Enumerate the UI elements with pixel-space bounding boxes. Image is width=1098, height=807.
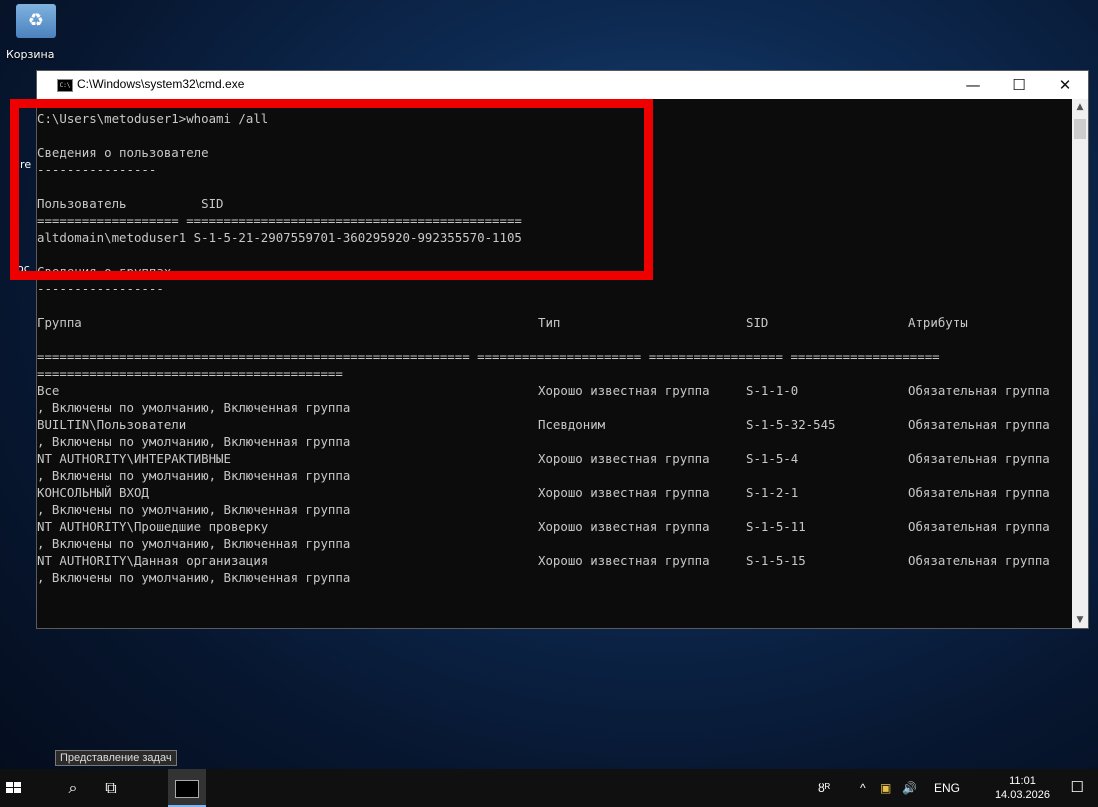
maximize-button[interactable]: ☐ <box>996 71 1042 99</box>
recycle-bin-icon: ♻ <box>16 4 56 38</box>
group-name: NT AUTHORITY\ИНТЕРАКТИВНЫЕ <box>37 451 231 466</box>
task-view-icon[interactable]: ⧉ <box>92 769 130 807</box>
groups-section-title: Сведения о группах <box>37 264 172 279</box>
cmd-icon: C:\ <box>57 79 73 92</box>
group-name: Все <box>37 383 60 398</box>
group-type: Хорошо известная группа <box>538 553 710 568</box>
group-type: Хорошо известная группа <box>538 383 710 398</box>
user-table-rule: =================== ====================… <box>37 213 522 228</box>
group-name: BUILTIN\Пользователи <box>37 417 187 432</box>
cmd-window[interactable]: C:\ C:\Windows\system32\cmd.exe — ☐ ✕ C:… <box>36 70 1089 629</box>
groups-section-rule: ----------------- <box>37 281 164 296</box>
desktop-icon-label-partial: oc <box>17 262 30 275</box>
group-attributes: Обязательная группа <box>908 417 1050 432</box>
group-attributes: Обязательная группа <box>908 383 1050 398</box>
user-section-title: Сведения о пользователе <box>37 145 209 160</box>
user-table-header: Пользователь SID <box>37 196 224 211</box>
header-type: Тип <box>538 315 561 330</box>
group-name: NT AUTHORITY\Данная организация <box>37 553 269 568</box>
start-button[interactable] <box>6 782 22 794</box>
search-icon[interactable]: ⌕ <box>54 769 92 807</box>
clock-date: 14.03.2026 <box>994 789 1050 801</box>
table-row: NT AUTHORITY\ИНТЕРАКТИВНЫЕ Хорошо извест… <box>37 450 1072 467</box>
clock-time: 11:01 <box>1009 775 1036 787</box>
volume-icon[interactable]: 🔊 <box>902 769 917 807</box>
task-view-tooltip: Представление задач <box>55 750 177 766</box>
taskbar: ⌕ ⧉ ȣᴿ ^ ▣ 🔊 ENG 11:01 14.03.2026 ☐ <box>0 769 1098 807</box>
scroll-up-icon[interactable]: ▲ <box>1072 99 1088 115</box>
group-sid: S-1-2-1 <box>746 485 799 500</box>
taskbar-cmd-button[interactable] <box>168 769 206 807</box>
user-table-row: altdomain\metoduser1 S-1-5-21-2907559701… <box>37 230 522 245</box>
group-name: NT AUTHORITY\Прошедшие проверку <box>37 519 269 534</box>
cmd-icon <box>175 779 199 798</box>
group-attributes-cont: , Включены по умолчанию, Включенная груп… <box>37 570 351 585</box>
header-attributes: Атрибуты <box>908 315 968 330</box>
group-sid: S-1-1-0 <box>746 383 799 398</box>
scrollbar-thumb[interactable] <box>1074 119 1086 139</box>
clock[interactable]: 11:01 14.03.2026 <box>995 774 1050 802</box>
window-title: C:\Windows\system32\cmd.exe <box>77 77 245 91</box>
group-name: КОНСОЛЬНЫЙ ВХОД <box>37 485 149 500</box>
group-attributes: Обязательная группа <box>908 553 1050 568</box>
notification-icon[interactable]: ☐ <box>1071 769 1084 807</box>
header-sid: SID <box>746 315 769 330</box>
header-group: Группа <box>37 315 82 330</box>
group-sid: S-1-5-32-545 <box>746 417 836 432</box>
network-icon[interactable]: ▣ <box>880 769 891 807</box>
scroll-down-icon[interactable]: ▼ <box>1072 612 1088 628</box>
table-row: NT AUTHORITY\Данная организация Хорошо и… <box>37 552 1072 569</box>
groups-table-header: Группа Тип SID Атрибуты <box>37 314 1072 331</box>
group-type: Псевдоним <box>538 417 606 432</box>
table-row: NT AUTHORITY\Прошедшие проверку Хорошо и… <box>37 518 1072 535</box>
group-attributes-cont: , Включены по умолчанию, Включенная груп… <box>37 536 351 551</box>
groups-table-rule: ========================================… <box>37 349 940 364</box>
table-row: КОНСОЛЬНЫЙ ВХОД Хорошо известная группа … <box>37 484 1072 501</box>
minimize-button[interactable]: — <box>950 71 996 99</box>
table-row: Все Хорошо известная группа S-1-1-0 Обяз… <box>37 382 1072 399</box>
group-attributes-cont: , Включены по умолчанию, Включенная груп… <box>37 502 351 517</box>
console-output[interactable]: C:\Users\metoduser1>whoami /all Сведения… <box>37 99 1072 628</box>
recycle-bin-label: Корзина <box>6 48 55 61</box>
prompt-line: C:\Users\metoduser1>whoami /all <box>37 111 269 126</box>
group-attributes: Обязательная группа <box>908 519 1050 534</box>
group-attributes: Обязательная группа <box>908 451 1050 466</box>
group-attributes-cont: , Включены по умолчанию, Включенная груп… <box>37 468 351 483</box>
table-row: BUILTIN\Пользователи Псевдоним S-1-5-32-… <box>37 416 1072 433</box>
group-type: Хорошо известная группа <box>538 519 710 534</box>
group-sid: S-1-5-4 <box>746 451 799 466</box>
vertical-scrollbar[interactable]: ▲ ▼ <box>1072 99 1088 628</box>
group-sid: S-1-5-15 <box>746 553 806 568</box>
group-sid: S-1-5-11 <box>746 519 806 534</box>
close-button[interactable]: ✕ <box>1042 71 1088 99</box>
show-hidden-icons-icon[interactable]: ^ <box>860 769 866 807</box>
desktop-icon-label-partial: ire <box>17 158 32 171</box>
user-section-rule: ---------------- <box>37 162 157 177</box>
group-type: Хорошо известная группа <box>538 485 710 500</box>
language-indicator[interactable]: ENG <box>934 769 960 807</box>
group-attributes-cont: , Включены по умолчанию, Включенная груп… <box>37 434 351 449</box>
recycle-bin-desktop-icon[interactable]: ♻ <box>6 4 66 38</box>
group-attributes-cont: , Включены по умолчанию, Включенная груп… <box>37 400 351 415</box>
group-type: Хорошо известная группа <box>538 451 710 466</box>
people-icon[interactable]: ȣᴿ <box>818 769 830 807</box>
groups-table-rule: ========================================… <box>37 366 343 381</box>
window-titlebar[interactable]: C:\ C:\Windows\system32\cmd.exe — ☐ ✕ <box>37 71 1088 99</box>
group-attributes: Обязательная группа <box>908 485 1050 500</box>
